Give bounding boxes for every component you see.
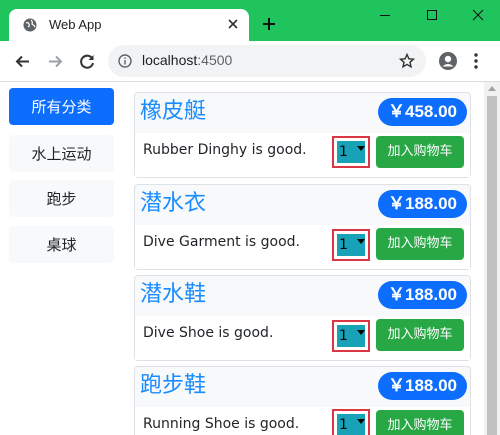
url-host: localhost — [142, 52, 198, 68]
price-badge: ￥188.00 — [378, 281, 467, 309]
tab-title: Web App — [49, 17, 102, 32]
product-card: 潜水鞋 ￥188.00 Dive Shoe is good. 1 加入购物车 — [134, 275, 471, 361]
quantity-value: 1 — [337, 414, 365, 435]
product-name: 潜水鞋 — [140, 282, 207, 307]
category-running-button[interactable]: 跑步 — [9, 180, 114, 217]
product-description: Dive Garment is good. — [143, 234, 301, 250]
add-to-cart-button[interactable]: 加入购物车 — [376, 319, 464, 351]
address-bar[interactable]: localhost:4500 — [108, 45, 426, 77]
browser-tab[interactable]: Web App — [9, 9, 249, 41]
url-text: localhost:4500 — [142, 52, 232, 68]
quantity-value: 1 — [337, 234, 365, 256]
quantity-value: 1 — [337, 141, 365, 163]
category-label: 跑步 — [46, 190, 77, 208]
vertical-scrollbar[interactable] — [484, 82, 500, 435]
star-icon[interactable] — [399, 53, 415, 69]
quantity-select[interactable]: 1 — [332, 320, 370, 352]
chevron-down-icon — [357, 146, 365, 151]
profile-icon[interactable] — [438, 51, 458, 71]
plus-icon[interactable] — [262, 17, 276, 31]
price-badge: ￥458.00 — [378, 98, 467, 126]
quantity-select[interactable]: 1 — [332, 409, 370, 435]
category-label: 所有分类 — [31, 98, 92, 116]
product-card: 橡皮艇 ￥458.00 Rubber Dinghy is good. 1 加入购… — [134, 92, 471, 178]
back-icon[interactable] — [14, 53, 31, 70]
product-name: 橡皮艇 — [140, 99, 207, 124]
reload-icon[interactable] — [79, 53, 96, 70]
chevron-down-icon — [357, 419, 365, 424]
info-icon[interactable] — [118, 54, 132, 68]
product-body: Running Shoe is good. 1 加入购物车 — [135, 407, 470, 435]
add-to-cart-button[interactable]: 加入购物车 — [376, 410, 464, 435]
scrollbar-thumb[interactable] — [487, 96, 497, 435]
price-badge: ￥188.00 — [378, 372, 467, 400]
product-body: Dive Shoe is good. 1 加入购物车 — [135, 316, 470, 360]
scroll-up-icon[interactable] — [488, 86, 496, 91]
category-label: 桌球 — [46, 236, 77, 254]
product-description: Dive Shoe is good. — [143, 325, 274, 341]
globe-icon — [23, 18, 37, 32]
browser-titlebar: Web App — [0, 0, 500, 41]
add-to-cart-button[interactable]: 加入购物车 — [376, 228, 464, 260]
product-description: Rubber Dinghy is good. — [143, 142, 307, 158]
product-card: 跑步鞋 ￥188.00 Running Shoe is good. 1 加入购物… — [134, 366, 471, 435]
forward-icon[interactable] — [47, 53, 64, 70]
category-all-button[interactable]: 所有分类 — [9, 88, 114, 125]
quantity-value: 1 — [337, 325, 365, 347]
add-to-cart-button[interactable]: 加入购物车 — [376, 136, 464, 168]
window-close-icon[interactable] — [471, 8, 485, 22]
quantity-select[interactable]: 1 — [332, 136, 370, 168]
price-badge: ￥188.00 — [378, 190, 467, 218]
chevron-down-icon — [357, 239, 365, 244]
maximize-icon[interactable] — [425, 8, 439, 22]
url-port: :4500 — [197, 52, 233, 68]
quantity-select[interactable]: 1 — [332, 229, 370, 261]
browser-toolbar: localhost:4500 — [0, 41, 500, 82]
category-watersports-button[interactable]: 水上运动 — [9, 135, 114, 172]
product-card: 潜水衣 ￥188.00 Dive Garment is good. 1 加入购物… — [134, 184, 471, 270]
chevron-down-icon — [357, 330, 365, 335]
category-label: 水上运动 — [31, 145, 92, 163]
product-name: 跑步鞋 — [140, 373, 207, 398]
product-name: 潜水衣 — [140, 191, 207, 216]
category-billiards-button[interactable]: 桌球 — [9, 226, 114, 263]
close-icon[interactable] — [226, 17, 240, 31]
minimize-icon[interactable] — [378, 8, 392, 22]
menu-icon[interactable] — [474, 52, 478, 70]
product-body: Dive Garment is good. 1 加入购物车 — [135, 225, 470, 269]
page-viewport: 所有分类 水上运动 跑步 桌球 橡皮艇 ￥458.00 Rubber Dingh… — [0, 82, 484, 435]
product-body: Rubber Dinghy is good. 1 加入购物车 — [135, 133, 470, 177]
product-description: Running Shoe is good. — [143, 416, 300, 432]
